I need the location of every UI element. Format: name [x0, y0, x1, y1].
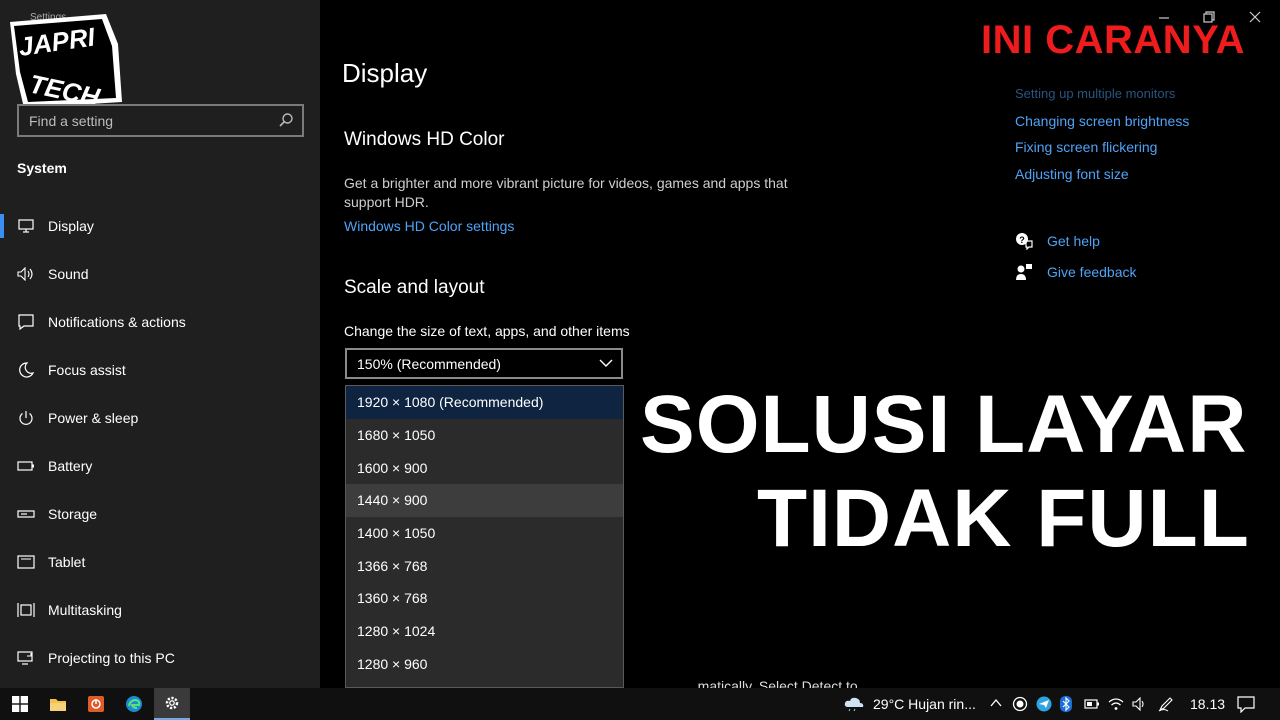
related-link[interactable]: Changing screen brightness [1015, 113, 1189, 140]
overlay-headline-1: SOLUSI LAYAR [640, 379, 1248, 470]
gear-icon [165, 696, 179, 710]
sidebar-item-focus-assist[interactable]: Focus assist [0, 346, 320, 394]
sidebar-item-sound[interactable]: Sound [0, 250, 320, 298]
cloud-rain-icon [844, 697, 864, 712]
search-box[interactable] [17, 104, 304, 137]
hdr-description: Get a brighter and more vibrant picture … [344, 175, 788, 210]
main-panel: Display Windows HD Color Get a brighter … [320, 0, 1280, 694]
sidebar-item-power-sleep[interactable]: Power & sleep [0, 394, 320, 442]
moon-icon [17, 361, 35, 379]
file-explorer-button[interactable] [40, 688, 76, 720]
resolution-dropdown[interactable]: 1920 × 1080 (Recommended) 1680 × 1050 16… [345, 385, 624, 688]
monitor-icon [17, 217, 35, 235]
resolution-option[interactable]: 1400 × 1050 [346, 517, 623, 550]
resolution-option[interactable]: 1680 × 1050 [346, 419, 623, 452]
resolution-option[interactable]: 1360 × 768 [346, 582, 623, 615]
related-link[interactable]: Setting up multiple monitors [1015, 86, 1189, 113]
japri-tech-logo: JAPRI TECH [10, 14, 122, 108]
section-title: System [17, 160, 67, 176]
weather-widget[interactable]: 29°C Hujan rin... [843, 688, 976, 720]
give-feedback-link[interactable]: Give feedback [1015, 263, 1137, 281]
clock[interactable]: 18.13 [1190, 688, 1225, 720]
sidebar-item-label: Multitasking [48, 602, 122, 618]
sidebar-item-tablet[interactable]: Tablet [0, 538, 320, 586]
sidebar-item-label: Power & sleep [48, 410, 139, 426]
sidebar-item-notifications[interactable]: Notifications & actions [0, 298, 320, 346]
pen-icon[interactable] [1158, 696, 1174, 712]
hdr-heading: Windows HD Color [344, 129, 505, 150]
weather-text: 29°C Hujan rin... [873, 696, 976, 712]
app-button[interactable] [78, 688, 114, 720]
svg-text:?: ? [1019, 235, 1025, 245]
overlay-tag: INI CARANYA [981, 18, 1246, 62]
taskbar: 29°C Hujan rin... 18.13 [0, 688, 1280, 720]
telegram-icon[interactable] [1036, 696, 1052, 712]
help-chat-icon: ? [1016, 233, 1033, 250]
give-feedback-label: Give feedback [1047, 264, 1137, 280]
sidebar: Settings JAPRI TECH System Display Sound [0, 0, 320, 688]
resolution-option[interactable]: 1440 × 900 [346, 484, 623, 517]
volume-icon[interactable] [1132, 697, 1148, 711]
related-link[interactable]: Fixing screen flickering [1015, 139, 1189, 166]
sidebar-item-display[interactable]: Display [0, 202, 320, 250]
sidebar-item-battery[interactable]: Battery [0, 442, 320, 490]
sidebar-item-storage[interactable]: Storage [0, 490, 320, 538]
start-button[interactable] [2, 688, 38, 720]
sidebar-item-label: Storage [48, 506, 98, 522]
battery-tray-icon[interactable] [1084, 698, 1100, 710]
edge-icon [126, 696, 142, 712]
resolution-option[interactable]: 1280 × 1024 [346, 615, 623, 648]
resolution-option[interactable]: 1366 × 768 [346, 549, 623, 582]
page-title: Display [342, 58, 428, 88]
get-help-label: Get help [1047, 233, 1100, 249]
sidebar-item-projecting[interactable]: Projecting to this PC [0, 634, 320, 682]
resolution-option[interactable]: 1600 × 900 [346, 451, 623, 484]
power-icon [17, 409, 35, 427]
search-icon[interactable] [278, 112, 294, 128]
tablet-icon [17, 553, 35, 571]
related-links: Setting up multiple monitors Changing sc… [1015, 86, 1189, 192]
sidebar-item-label: Focus assist [48, 362, 126, 378]
resolution-option[interactable]: 1280 × 960 [346, 648, 623, 681]
sidebar-item-label: Battery [48, 458, 93, 474]
windows-logo-icon [12, 696, 28, 712]
sidebar-item-label: Display [48, 218, 94, 234]
folder-icon [50, 698, 66, 711]
scale-select-value: 150% (Recommended) [357, 355, 501, 372]
chevron-down-icon [599, 359, 613, 367]
chevron-up-icon[interactable] [990, 698, 1002, 708]
edge-button[interactable] [116, 688, 152, 720]
hdr-settings-link[interactable]: Windows HD Color settings [344, 218, 514, 234]
scale-heading: Scale and layout [344, 277, 485, 298]
app-red-icon [88, 696, 104, 712]
overlay-headline-2: TIDAK FULL [757, 473, 1250, 564]
resolution-option[interactable]: 1920 × 1080 (Recommended) [346, 386, 623, 419]
sidebar-item-label: Projecting to this PC [48, 650, 175, 666]
battery-icon [17, 457, 35, 475]
sidebar-item-multitasking[interactable]: Multitasking [0, 586, 320, 634]
scale-label: Change the size of text, apps, and other… [344, 323, 630, 339]
projecting-icon [17, 649, 35, 667]
sidebar-item-label: Tablet [48, 554, 86, 570]
related-link[interactable]: Adjusting font size [1015, 166, 1189, 193]
wifi-icon[interactable] [1108, 697, 1124, 711]
action-center-icon[interactable] [1237, 696, 1255, 713]
sidebar-nav: Display Sound Notifications & actions Fo… [0, 202, 320, 682]
get-help-link[interactable]: ? Get help [1015, 232, 1100, 250]
sidebar-item-label: Sound [48, 266, 89, 282]
close-icon[interactable] [1248, 10, 1262, 24]
feedback-icon [1016, 264, 1032, 280]
bluetooth-icon[interactable] [1060, 696, 1072, 712]
settings-button[interactable] [154, 688, 190, 720]
sidebar-item-label: Notifications & actions [48, 314, 186, 330]
search-input[interactable] [19, 106, 302, 135]
record-icon[interactable] [1012, 696, 1028, 712]
multitasking-icon [17, 601, 35, 619]
storage-icon [17, 505, 35, 523]
notification-icon [17, 313, 35, 331]
scale-select[interactable]: 150% (Recommended) [345, 348, 623, 379]
speaker-icon [17, 265, 35, 283]
